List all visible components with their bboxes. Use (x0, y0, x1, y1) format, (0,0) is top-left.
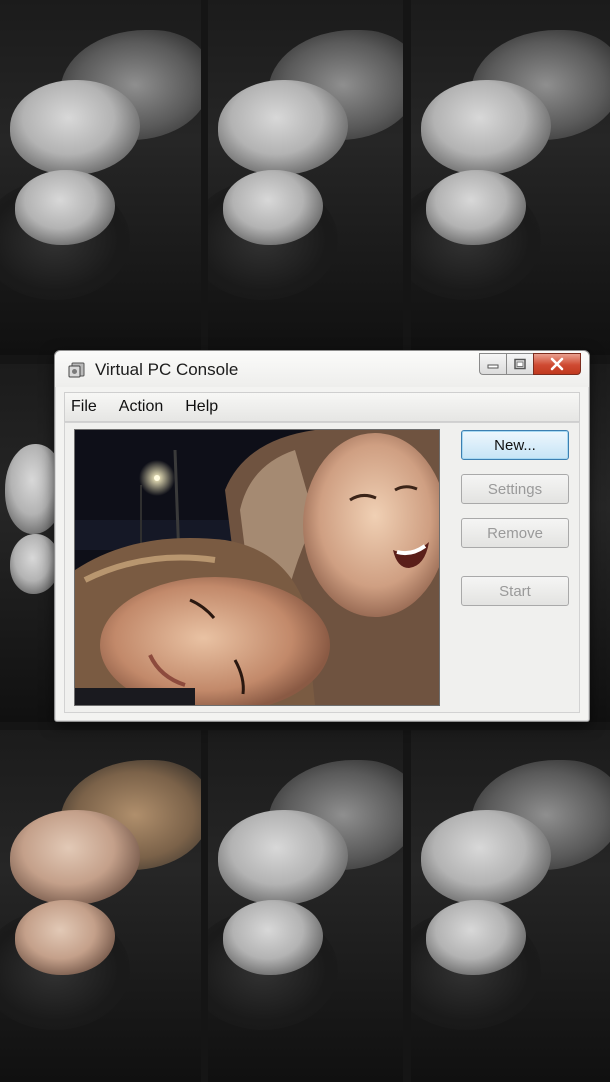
new-button[interactable]: New... (461, 430, 569, 460)
background-photo (208, 730, 403, 1082)
background-photo (411, 0, 610, 355)
maximize-button[interactable] (506, 353, 533, 375)
menu-help[interactable]: Help (185, 398, 218, 416)
vm-preview-photo (75, 430, 439, 705)
title-bar[interactable]: Virtual PC Console (55, 351, 589, 387)
background-photo (0, 0, 201, 355)
console-content: New... Settings Remove Start (64, 422, 580, 713)
background-photo (208, 0, 403, 355)
window-controls (479, 353, 581, 375)
virtual-pc-console-window: Virtual PC Console File Action Help New.… (54, 350, 590, 722)
menu-bar: File Action Help (64, 392, 580, 422)
virtual-pc-icon (67, 360, 87, 380)
remove-button[interactable]: Remove (461, 518, 569, 548)
close-icon (550, 357, 564, 371)
menu-action[interactable]: Action (119, 398, 163, 416)
background-photo (411, 730, 610, 1082)
window-title: Virtual PC Console (95, 360, 239, 379)
close-button[interactable] (533, 353, 581, 375)
background-photo (0, 730, 201, 1082)
settings-button[interactable]: Settings (461, 474, 569, 504)
menu-file[interactable]: File (71, 398, 97, 416)
minimize-icon (487, 364, 499, 369)
start-button[interactable]: Start (461, 576, 569, 606)
virtual-machine-list[interactable] (74, 429, 440, 706)
minimize-button[interactable] (479, 353, 506, 375)
maximize-icon (514, 358, 526, 370)
